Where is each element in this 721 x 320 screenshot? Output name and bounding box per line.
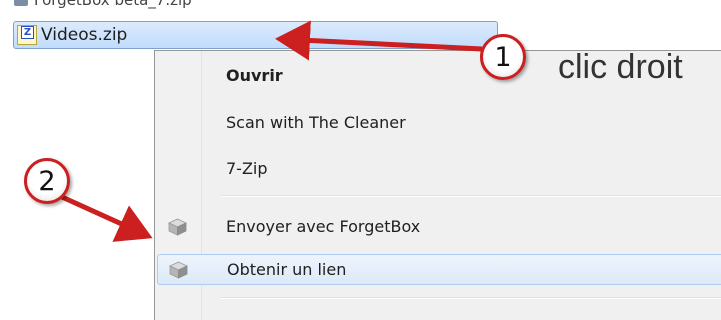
- menu-item-label: 7-Zip: [226, 159, 268, 178]
- step-badge-2: 2: [24, 158, 70, 204]
- context-menu: Ouvrir Scan with The Cleaner 7-Zip Envoy…: [154, 50, 721, 320]
- arrow-step2: [60, 194, 153, 242]
- step-badge-1: 1: [480, 34, 526, 80]
- zip-file-icon: Z: [17, 25, 37, 45]
- menu-item-label: Scan with The Cleaner: [226, 113, 406, 132]
- step-number: 2: [38, 165, 56, 197]
- forgetbox-cube-icon: [168, 218, 187, 236]
- menu-item-label: Envoyer avec ForgetBox: [226, 217, 421, 236]
- menu-item-scan-cleaner[interactable]: Scan with The Cleaner: [157, 107, 721, 138]
- file-explorer-pane: ForgetBox beta_7.zip Z Videos.zip Ouvrir…: [0, 0, 721, 320]
- step-number: 1: [494, 41, 512, 73]
- file-row-partial[interactable]: ForgetBox beta_7.zip: [14, 0, 192, 9]
- file-icon: [14, 0, 28, 6]
- step1-caption: clic droit: [558, 48, 683, 86]
- menu-separator: [221, 297, 721, 299]
- menu-item-label: Ouvrir: [226, 66, 283, 85]
- selected-file-row[interactable]: Z Videos.zip: [13, 21, 498, 49]
- menu-separator: [221, 195, 721, 197]
- forgetbox-cube-icon: [169, 261, 188, 279]
- menu-item-label: Obtenir un lien: [227, 260, 347, 279]
- menu-item-send-forgetbox[interactable]: Envoyer avec ForgetBox: [157, 211, 721, 242]
- menu-item-get-link[interactable]: Obtenir un lien: [157, 254, 721, 285]
- file-name: Videos.zip: [41, 25, 128, 45]
- menu-item-7zip[interactable]: 7-Zip: [157, 153, 721, 184]
- file-name-partial: ForgetBox beta_7.zip: [34, 0, 192, 9]
